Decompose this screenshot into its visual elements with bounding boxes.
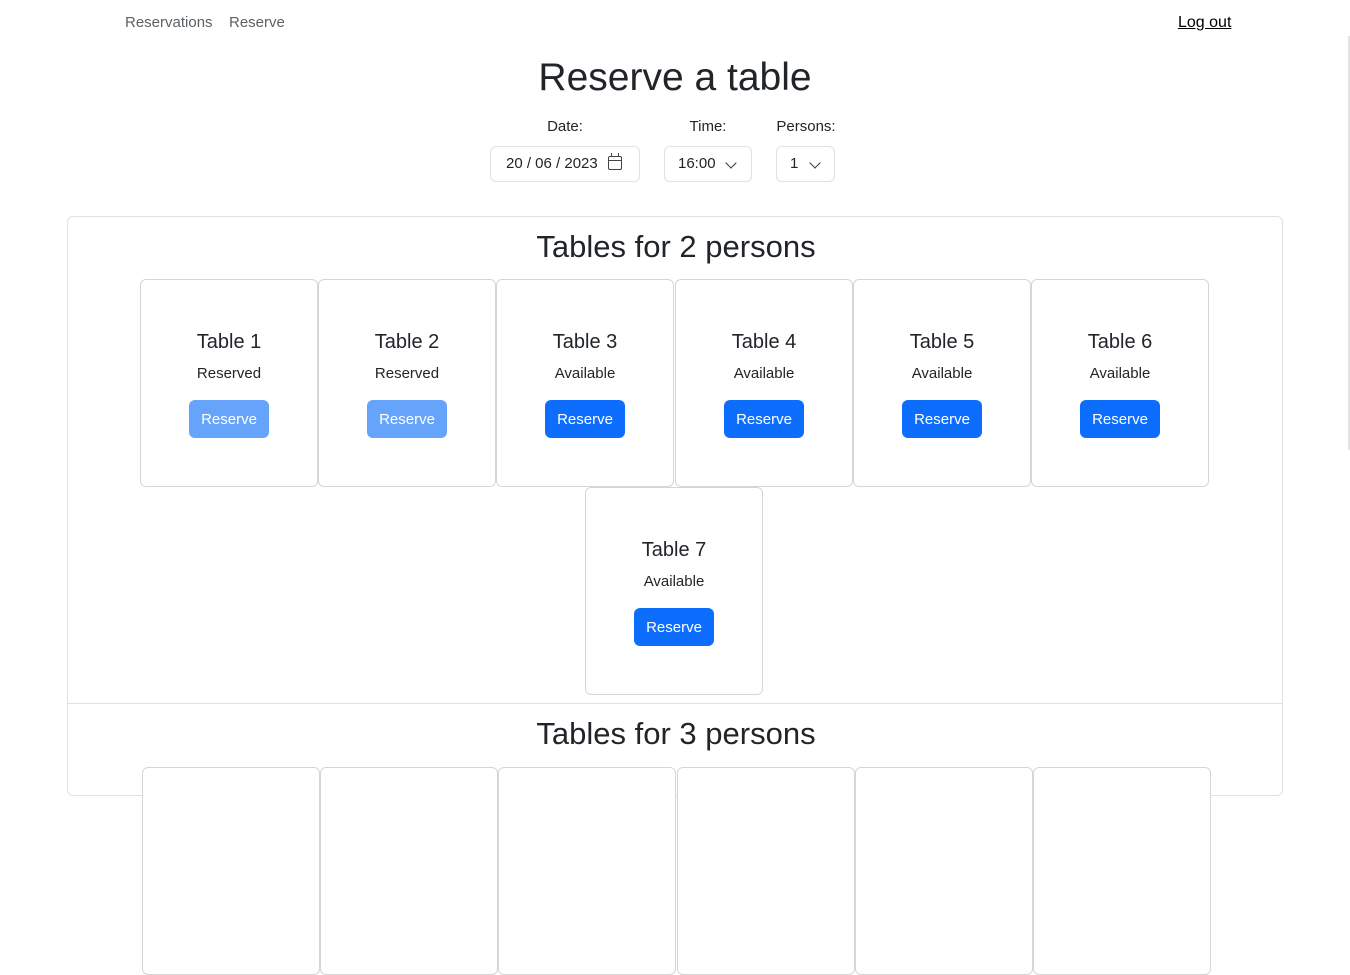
table-card (142, 767, 320, 975)
persons-label: Persons: (776, 118, 836, 135)
table-card (1033, 767, 1211, 975)
table-name: Table 3 (552, 331, 618, 353)
table-name: Table 7 (641, 539, 707, 561)
table-status: Reserved (196, 365, 262, 382)
table-status: Reserved (374, 365, 440, 382)
section-title: Tables for 2 persons (536, 229, 816, 264)
reserve-button: Reserve (367, 400, 447, 438)
table-card: Table 4 Available Reserve (675, 279, 853, 487)
table-name: Table 5 (909, 331, 975, 353)
reserve-button: Reserve (189, 400, 269, 438)
time-select[interactable]: 16:00 (664, 146, 752, 182)
reserve-button[interactable]: Reserve (1080, 400, 1160, 438)
table-card: Table 6 Available Reserve (1031, 279, 1209, 487)
reserve-button[interactable]: Reserve (724, 400, 804, 438)
top-navbar: Reservations Reserve Log out (0, 0, 1350, 48)
table-card: Table 7 Available Reserve (585, 487, 763, 695)
page-title: Reserve a table (538, 56, 812, 99)
table-card (677, 767, 855, 975)
chevron-down-icon (725, 157, 737, 169)
section-divider (68, 703, 1282, 704)
time-value: 16:00 (678, 155, 716, 172)
time-label: Time: (689, 118, 727, 135)
table-card: Table 5 Available Reserve (853, 279, 1031, 487)
table-card: Table 3 Available Reserve (496, 279, 674, 487)
table-name: Table 2 (374, 331, 440, 353)
table-status: Available (554, 365, 616, 382)
section-title: Tables for 3 persons (536, 716, 816, 751)
nav-link-reserve[interactable]: Reserve (229, 14, 285, 31)
date-input[interactable]: 20 / 06 / 2023 (490, 146, 640, 182)
date-label: Date: (547, 118, 583, 135)
persons-value: 1 (790, 155, 799, 172)
table-status: Available (1089, 365, 1151, 382)
table-card (855, 767, 1033, 975)
table-status: Available (911, 365, 973, 382)
nav-link-reservations[interactable]: Reservations (125, 14, 213, 31)
table-card (498, 767, 676, 975)
reserve-button[interactable]: Reserve (545, 400, 625, 438)
table-card: Table 2 Reserved Reserve (318, 279, 496, 487)
table-name: Table 6 (1087, 331, 1153, 353)
calendar-icon[interactable] (608, 153, 622, 170)
reserve-button[interactable]: Reserve (902, 400, 982, 438)
tables-panel: Tables for 2 persons Table 1 Reserved Re… (67, 216, 1283, 975)
reserve-button[interactable]: Reserve (634, 608, 714, 646)
table-card (320, 767, 498, 975)
table-name: Table 1 (196, 331, 262, 353)
chevron-down-icon (809, 157, 821, 169)
table-name: Table 4 (731, 331, 797, 353)
table-status: Available (733, 365, 795, 382)
persons-select[interactable]: 1 (776, 146, 835, 182)
table-card: Table 1 Reserved Reserve (140, 279, 318, 487)
table-status: Available (643, 573, 705, 590)
date-value: 20 / 06 / 2023 (506, 155, 598, 172)
logout-link[interactable]: Log out (1178, 14, 1231, 32)
